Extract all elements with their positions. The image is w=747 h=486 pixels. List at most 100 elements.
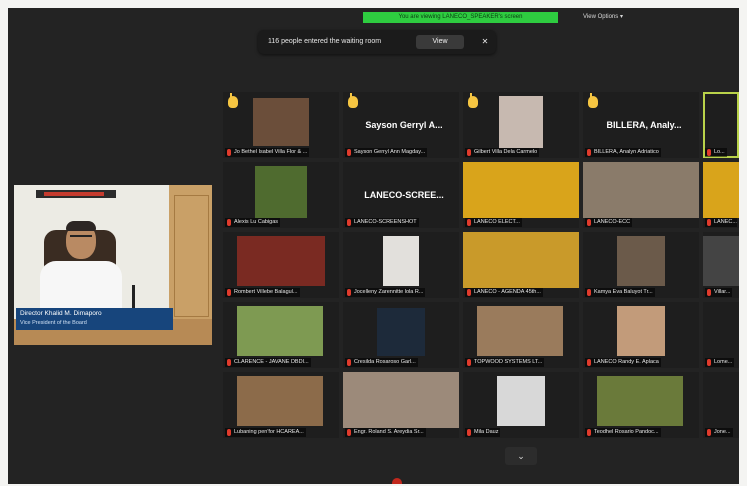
mic-muted-icon [227, 289, 231, 296]
participant-video [237, 236, 325, 286]
participant-tile[interactable]: BILLERA, Analy... BILLERA, Analyn Adriati… [583, 92, 699, 158]
participant-tile[interactable]: Sayson Gerryl A... Sayson Gerryl Ann Magd… [343, 92, 459, 158]
participant-name-label: TOPWOOD SYSTEMS LT... [465, 358, 545, 367]
participant-name: Engr. Roland S. Areydia Sr... [354, 429, 424, 435]
participant-name: Jocelleny Zarennitte lola R... [354, 289, 424, 295]
participant-name: LANECO ELECT... [474, 219, 520, 225]
participant-name: Cresilda Rosaroso Garl... [354, 359, 416, 365]
participant-tile[interactable]: Mila Dauz [463, 372, 579, 438]
participant-tile[interactable]: Jone... [703, 372, 739, 438]
mic-muted-icon [707, 149, 711, 156]
participant-tile[interactable]: Villar... [703, 232, 739, 298]
speaker-name: Director Khalid M. Dimaporo [20, 310, 102, 317]
participant-name-label: Jocelleny Zarennitte lola R... [345, 288, 426, 297]
participant-tile[interactable]: Lome... [703, 302, 739, 368]
participant-tile[interactable]: LANECO - AGENDA 45th... [463, 232, 579, 298]
participant-name: Teodhel Rosario Pandoc... [594, 429, 659, 435]
participant-tile[interactable]: Cresilda Rosaroso Garl... [343, 302, 459, 368]
view-options-menu[interactable]: View Options ▾ [570, 12, 636, 23]
raised-hand-icon [348, 93, 358, 108]
participant-name-label: Jo Bethel Isabel Villa Flor & ... [225, 148, 310, 157]
participant-video [499, 96, 543, 148]
participant-name-label: LANECO-ECC [585, 218, 633, 227]
participant-name-label: Mila Dauz [465, 428, 501, 437]
mic-muted-icon [347, 289, 351, 296]
participant-tile[interactable]: Jo Bethel Isabel Villa Flor & ... [223, 92, 339, 158]
participant-tile[interactable]: Gilbert Villa Dela Carmelo [463, 92, 579, 158]
participant-video [497, 376, 545, 426]
participant-tile[interactable]: Kamya Eva Baluyot Tr... [583, 232, 699, 298]
speaker-glasses [70, 235, 92, 241]
participant-video [237, 376, 323, 426]
participant-name-label: Alexis Lu Cabigas [225, 218, 281, 227]
participant-tile[interactable]: Engr. Roland S. Areydia Sr... [343, 372, 459, 438]
mic-muted-icon [467, 149, 471, 156]
participant-video [377, 308, 425, 356]
participant-name-label: Lo... [705, 148, 727, 157]
participant-name: Lome... [714, 359, 733, 365]
participant-name: LANECO - AGENDA 45th... [474, 289, 541, 295]
screen-share-banner[interactable]: You are viewing LANECO_SPEAKER's screen [363, 12, 558, 23]
participant-display-name: Sayson Gerryl A... [365, 120, 443, 130]
participant-video [253, 98, 309, 146]
participant-name: Villar... [714, 289, 731, 295]
participant-tile[interactable]: Teodhel Rosario Pandoc... [583, 372, 699, 438]
participant-tile[interactable]: Rombert Villebe Balagul... [223, 232, 339, 298]
participant-name-label: CLARENCE - JAVANE DBDI... [225, 358, 311, 367]
mic-muted-icon [707, 289, 711, 296]
participant-name: Lo... [714, 149, 725, 155]
waiting-room-message: 116 people entered the waiting room [268, 38, 382, 45]
mic-muted-icon [587, 149, 591, 156]
participant-name-label: LANECO ELECT... [465, 218, 522, 227]
participant-name-label: Engr. Roland S. Areydia Sr... [345, 428, 426, 437]
participant-tile[interactable]: LANECO-SCREE... LANECO-SCREENSHOT [343, 162, 459, 228]
zoom-meeting-window: You are viewing LANECO_SPEAKER's screen … [8, 8, 739, 484]
participant-name-label: LANECO - AGENDA 45th... [465, 288, 543, 297]
mic-muted-icon [467, 219, 471, 226]
participant-name-label: Rombert Villebe Balagul... [225, 288, 300, 297]
participant-name-label: Sayson Gerryl Ann Magday... [345, 148, 428, 157]
participant-tile[interactable]: TOPWOOD SYSTEMS LT... [463, 302, 579, 368]
wall-frame-stripe [44, 192, 104, 196]
mic-muted-icon [587, 219, 591, 226]
mic-muted-icon [587, 289, 591, 296]
participant-name-label: Lubaning pen'for HCAREA... [225, 428, 306, 437]
participant-name: Rombert Villebe Balagul... [234, 289, 298, 295]
participant-video [703, 162, 739, 218]
participant-video [383, 236, 419, 286]
view-waiting-room-button[interactable]: View [416, 35, 464, 49]
door-panel [174, 195, 209, 317]
participant-video [703, 236, 739, 286]
participant-tile[interactable]: Jocelleny Zarennitte lola R... [343, 232, 459, 298]
participant-video [597, 376, 683, 426]
scroll-down-button[interactable]: ⌄ [505, 447, 537, 465]
mic-muted-icon [347, 149, 351, 156]
participant-name: LANECO-SCREENSHOT [354, 219, 417, 225]
participant-video [343, 372, 459, 428]
participant-tile[interactable]: LANECO ELECT... [463, 162, 579, 228]
participant-name: Sayson Gerryl Ann Magday... [354, 149, 426, 155]
participant-name: Alexis Lu Cabigas [234, 219, 279, 225]
participant-tile[interactable]: LANEC... [703, 162, 739, 228]
participant-name-label: LANEC... [705, 218, 737, 227]
participant-tile[interactable]: Alexis Lu Cabigas [223, 162, 339, 228]
speaker-video[interactable]: Director Khalid M. Dimaporo Vice Preside… [14, 185, 212, 345]
participant-name-label: Villar... [705, 288, 733, 297]
mic-muted-icon [587, 359, 591, 366]
participant-tile[interactable]: CLARENCE - JAVANE DBDI... [223, 302, 339, 368]
close-icon[interactable]: ✕ [478, 30, 492, 54]
participant-name: Gilbert Villa Dela Carmelo [474, 149, 538, 155]
mic-muted-icon [707, 429, 711, 436]
participant-name: LANECO Randy E. Aplaca [594, 359, 659, 365]
mic-muted-icon [467, 429, 471, 436]
participant-tile[interactable]: LANECO Randy E. Aplaca [583, 302, 699, 368]
participant-name: Jone... [714, 429, 731, 435]
raised-hand-icon [468, 93, 478, 108]
participant-name: LANEC... [714, 219, 737, 225]
participant-tile[interactable]: LANECO-ECC [583, 162, 699, 228]
participant-video [617, 306, 665, 356]
participant-video [237, 306, 323, 356]
participant-tile[interactable]: Lubaning pen'for HCAREA... [223, 372, 339, 438]
participant-tile[interactable]: Lo... [703, 92, 739, 158]
participant-video [463, 232, 579, 288]
